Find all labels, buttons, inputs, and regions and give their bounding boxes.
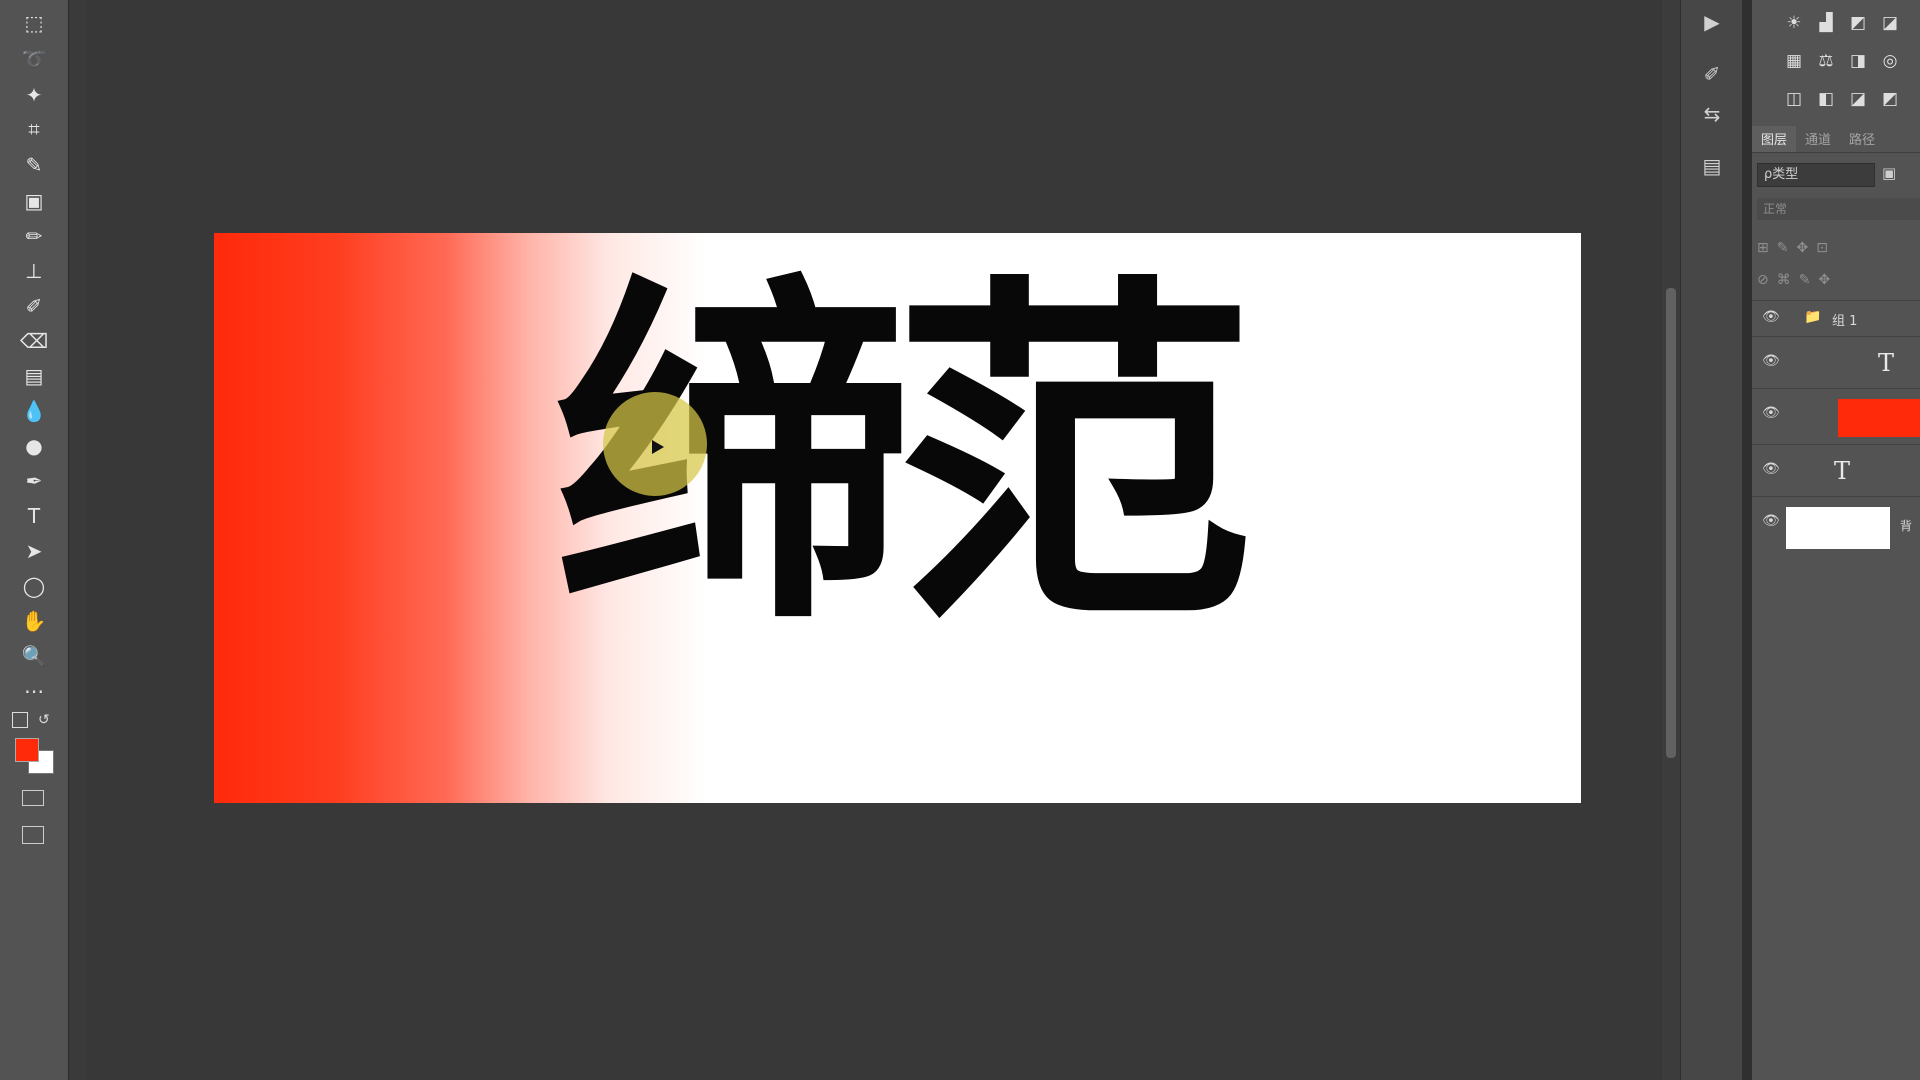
background-layer-label: 背 bbox=[1900, 519, 1913, 533]
adjustments-row-1: ☀ ▟ ◩ ◪ bbox=[1782, 12, 1902, 34]
levels-icon[interactable]: ▟ bbox=[1814, 12, 1838, 34]
document-canvas[interactable]: 缔范 bbox=[214, 233, 1581, 803]
posterize-icon[interactable]: ◧ bbox=[1814, 88, 1838, 110]
layer-thumbnail bbox=[1786, 507, 1890, 549]
quick-mask-icon[interactable] bbox=[22, 790, 44, 806]
adjust-icon[interactable]: ⇆ bbox=[1698, 100, 1726, 128]
panel-icon-column: ▶ ✐ ⇆ ▤ bbox=[1680, 0, 1743, 1080]
image-filter-icon[interactable]: ▣ bbox=[1882, 164, 1902, 184]
photo-filter-icon[interactable]: ◎ bbox=[1878, 50, 1902, 72]
layer-row-background[interactable]: 👁 背 bbox=[1752, 496, 1920, 553]
swap-colors-icon[interactable]: ↺ bbox=[38, 712, 50, 728]
text-layer-icon: T bbox=[1878, 349, 1895, 377]
healing-brush-icon[interactable]: ▣ bbox=[19, 186, 49, 216]
gradient-icon[interactable]: ▤ bbox=[19, 361, 49, 391]
layer-row-text-1[interactable]: 👁 T bbox=[1752, 336, 1920, 389]
blend-mode-select[interactable]: 正常 bbox=[1757, 198, 1920, 220]
curves-icon[interactable]: ◩ bbox=[1846, 12, 1870, 34]
canvas-area[interactable]: 缔范 bbox=[87, 0, 1662, 1080]
text-layer-icon: T bbox=[1834, 457, 1851, 485]
visibility-eye-icon[interactable]: 👁 bbox=[1762, 461, 1780, 479]
brightness-icon[interactable]: ☀ bbox=[1782, 12, 1806, 34]
layer-row-red-fill[interactable]: 👁 bbox=[1752, 388, 1920, 445]
panel-divider bbox=[1742, 0, 1752, 1080]
color-balance-icon[interactable]: ⚖ bbox=[1814, 50, 1838, 72]
ellipse-icon[interactable]: ◯ bbox=[19, 571, 49, 601]
zoom-icon[interactable]: 🔍 bbox=[19, 641, 49, 671]
link-icon[interactable]: ⊘ bbox=[1757, 272, 1769, 288]
blur-icon[interactable]: 💧 bbox=[19, 396, 49, 426]
visibility-eye-icon[interactable]: 👁 bbox=[1762, 309, 1780, 327]
gradient-map-icon[interactable]: ◩ bbox=[1878, 88, 1902, 110]
tools-toolbar: ⬚ ➰ ✦ ⌗ ✎ ▣ ✏ ⊥ ✐ ⌫ ▤ 💧 ● ✒ T ➤ ◯ ✋ 🔍 ⋯ … bbox=[0, 0, 68, 1080]
magic-wand-icon[interactable]: ✦ bbox=[19, 80, 49, 110]
lock-pixels-icon[interactable]: ✎ bbox=[1777, 240, 1789, 256]
lock-all-icon[interactable]: ⊡ bbox=[1816, 240, 1828, 256]
dodge-icon[interactable]: ● bbox=[19, 431, 49, 461]
history-brush-icon[interactable]: ✐ bbox=[19, 291, 49, 321]
folder-icon: 📁 bbox=[1804, 309, 1822, 325]
layer-row-text-2[interactable]: 👁 T bbox=[1752, 444, 1920, 497]
more-tools-icon[interactable]: ⋯ bbox=[19, 676, 49, 706]
visibility-eye-icon[interactable]: 👁 bbox=[1762, 405, 1780, 423]
brush-icon[interactable]: ✏ bbox=[19, 221, 49, 251]
path-selection-icon[interactable]: ➤ bbox=[19, 536, 49, 566]
move-cursor-icon bbox=[652, 440, 664, 454]
artboard-icon[interactable]: ⌘ bbox=[1777, 272, 1791, 288]
layer-thumbnail bbox=[1838, 399, 1920, 437]
default-colors-icon[interactable] bbox=[12, 712, 28, 728]
threshold-icon[interactable]: ◪ bbox=[1846, 88, 1870, 110]
layer-lock-row: ⊞ ✎ ✥ ⊡ bbox=[1757, 240, 1828, 256]
tab-channels[interactable]: 通道 bbox=[1796, 126, 1840, 152]
tab-paths[interactable]: 路径 bbox=[1840, 126, 1884, 152]
lasso-icon[interactable]: ➰ bbox=[19, 44, 49, 74]
layer-options-row: ⊘ ⌘ ✎ ✥ bbox=[1757, 272, 1830, 288]
scrollbar-thumb[interactable] bbox=[1666, 288, 1676, 758]
marquee-icon[interactable]: ⬚ bbox=[19, 8, 49, 38]
screen-mode-icon[interactable] bbox=[22, 826, 44, 844]
lock-transparent-icon[interactable]: ⊞ bbox=[1757, 240, 1769, 256]
type-icon[interactable]: T bbox=[19, 501, 49, 531]
exposure-icon[interactable]: ◪ bbox=[1878, 12, 1902, 34]
vertical-ruler bbox=[68, 0, 88, 1080]
black-white-icon[interactable]: ◨ bbox=[1846, 50, 1870, 72]
brush-lock-icon[interactable]: ✎ bbox=[1799, 272, 1811, 288]
layer-row-group[interactable]: 👁 📁 组 1 bbox=[1752, 300, 1920, 337]
vibrance-icon[interactable]: ▦ bbox=[1782, 50, 1806, 72]
layers-panel-tabs: 图层 通道 路径 bbox=[1752, 126, 1920, 153]
move-lock-icon[interactable]: ✥ bbox=[1818, 272, 1830, 288]
stamp-icon[interactable]: ⊥ bbox=[19, 256, 49, 286]
group-name-label: 组 1 bbox=[1832, 314, 1858, 329]
crop-icon[interactable]: ⌗ bbox=[19, 114, 49, 144]
eraser-icon[interactable]: ⌫ bbox=[19, 326, 49, 356]
layer-filter-select[interactable]: ρ类型 bbox=[1757, 163, 1875, 187]
hand-icon[interactable]: ✋ bbox=[19, 606, 49, 636]
lock-position-icon[interactable]: ✥ bbox=[1796, 240, 1808, 256]
play-icon[interactable]: ▶ bbox=[1698, 8, 1726, 36]
vertical-scrollbar[interactable] bbox=[1662, 0, 1680, 1080]
adjustments-row-2: ▦ ⚖ ◨ ◎ bbox=[1782, 50, 1902, 72]
foreground-color-swatch[interactable] bbox=[15, 738, 39, 762]
brush-settings-icon[interactable]: ✐ bbox=[1698, 60, 1726, 88]
eyedropper-icon[interactable]: ✎ bbox=[19, 150, 49, 180]
adjustments-row-3: ◫ ◧ ◪ ◩ bbox=[1782, 88, 1902, 110]
right-panel: ☀ ▟ ◩ ◪ ▦ ⚖ ◨ ◎ ◫ ◧ ◪ ◩ 图层 通道 路径 ρ类型 ▣ 正… bbox=[1752, 0, 1920, 1080]
visibility-eye-icon[interactable]: 👁 bbox=[1762, 513, 1780, 531]
properties-icon[interactable]: ▤ bbox=[1698, 152, 1726, 180]
invert-icon[interactable]: ◫ bbox=[1782, 88, 1806, 110]
visibility-eye-icon[interactable]: 👁 bbox=[1762, 353, 1780, 371]
pen-icon[interactable]: ✒ bbox=[19, 466, 49, 496]
tab-layers[interactable]: 图层 bbox=[1752, 126, 1797, 152]
